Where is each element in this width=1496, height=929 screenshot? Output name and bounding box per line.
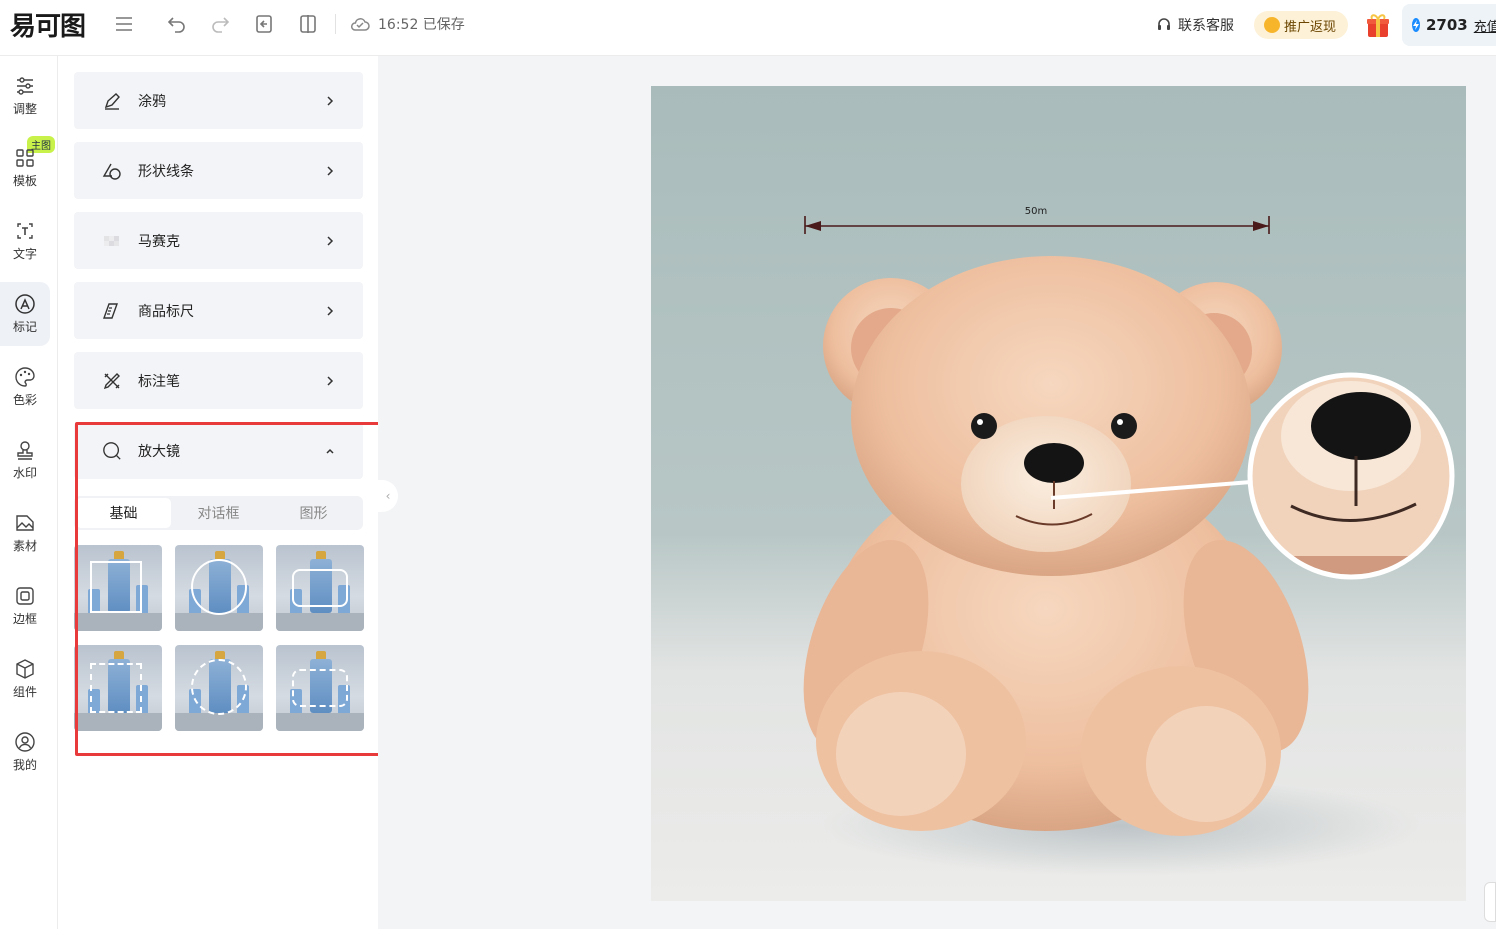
shapes-icon (102, 161, 122, 181)
ruler-icon (102, 301, 122, 321)
save-status: 16:52 已保存 (350, 13, 465, 35)
nav-label: 素材 (12, 539, 37, 553)
nav-label: 调整 (12, 102, 37, 116)
nav-item-watermark[interactable]: 水印 (0, 428, 50, 492)
nav-item-mark[interactable]: 标记 (0, 282, 50, 346)
text-icon (17, 223, 33, 239)
redo-icon[interactable] (208, 12, 232, 36)
tool-shapes[interactable]: 形状线条 (74, 142, 363, 199)
recharge-link[interactable]: 充值 (1474, 16, 1496, 35)
user-icon (15, 732, 35, 752)
undo-icon[interactable] (165, 12, 189, 36)
nav-label: 水印 (12, 466, 37, 480)
frame-icon (16, 587, 34, 605)
nav-label: 我的 (12, 758, 37, 772)
material-icon (16, 515, 34, 531)
grid-icon (16, 149, 34, 167)
nav-item-component[interactable]: 组件 (0, 647, 50, 711)
compare-icon[interactable] (296, 12, 320, 36)
nav-label: 色彩 (12, 393, 37, 407)
credit-icon (1412, 18, 1420, 32)
ruler-label: 50m (1025, 206, 1047, 217)
sliders-icon (17, 77, 33, 95)
chevron-right-icon (327, 306, 334, 316)
mosaic-icon (102, 231, 122, 251)
nav-item-template[interactable]: 模板 (0, 136, 50, 200)
nav-item-material[interactable]: 素材 (0, 501, 50, 565)
tool-label: 商品标尺 (138, 303, 194, 320)
tool-mosaic[interactable]: 马赛克 (74, 212, 363, 269)
nav-label: 模板 (12, 174, 37, 188)
promo-cashback-button[interactable]: 推广返现 (1253, 11, 1348, 39)
toolbar-divider (335, 14, 336, 34)
chevron-right-icon (327, 96, 334, 106)
nav-label: 边框 (12, 612, 37, 626)
cube-icon (16, 659, 34, 679)
import-icon[interactable] (252, 12, 276, 36)
top-toolbar: 易可图 16:52 已保存 联系客服 推广返现 2703 充值 (0, 0, 1496, 56)
brush-icon (102, 91, 122, 111)
nav-label: 文字 (12, 247, 37, 261)
canvas-image[interactable]: 50m (651, 86, 1466, 901)
contact-service-button[interactable]: 联系客服 (1156, 15, 1234, 35)
tool-product-ruler[interactable]: 商品标尺 (74, 282, 363, 339)
credits-count: 2703 (1426, 16, 1468, 34)
chevron-right-icon (327, 166, 334, 176)
app-logo[interactable]: 易可图 (10, 8, 88, 42)
mark-icon (15, 294, 35, 314)
pen-icon (102, 371, 122, 391)
canvas-scroll-handle[interactable] (1484, 882, 1496, 922)
credits-box: 2703 充值 (1402, 4, 1496, 46)
nav-item-mine[interactable]: 我的 (0, 720, 50, 784)
tool-doodle[interactable]: 涂鸦 (74, 72, 363, 129)
headset-icon (1157, 18, 1170, 30)
tool-annotation-pen[interactable]: 标注笔 (74, 352, 363, 409)
tool-label: 形状线条 (138, 163, 194, 180)
logo-text: 易可图 (10, 11, 86, 42)
mark-tools-panel: 涂鸦 形状线条 马赛克 商品标尺 标注笔 放大镜 基础 对话框 图形 (58, 56, 394, 929)
tool-label: 标注笔 (138, 373, 180, 390)
contact-label: 联系客服 (1177, 18, 1234, 34)
nav-item-color[interactable]: 色彩 (0, 355, 50, 419)
stamp-icon (17, 441, 33, 460)
chevron-right-icon (327, 236, 334, 246)
coin-icon (1263, 17, 1280, 33)
nav-label: 标记 (12, 320, 37, 334)
gift-icon[interactable] (1364, 11, 1392, 39)
promo-label: 推广返现 (1283, 19, 1336, 35)
nav-item-adjust[interactable]: 调整 (0, 64, 50, 128)
palette-icon (15, 367, 35, 387)
chevron-right-icon (327, 376, 334, 386)
topbar-right: 联系客服 推广返现 2703 充值 (1156, 4, 1496, 46)
nav-item-text[interactable]: 文字 (0, 209, 50, 273)
nav-label: 组件 (12, 685, 37, 699)
measure-ruler: 50m (804, 206, 1270, 234)
tool-label: 涂鸦 (138, 93, 166, 110)
selection-highlight (75, 422, 394, 756)
menu-icon[interactable] (112, 12, 136, 36)
left-nav: 调整 主图 模板 文字 标记 色彩 水印 素材 边框 组件 我的 (0, 56, 58, 929)
cloud-icon (350, 18, 370, 31)
teddy-bear-image: 50m (803, 206, 1455, 876)
nav-item-frame[interactable]: 边框 (0, 574, 50, 638)
tool-label: 马赛克 (138, 233, 180, 250)
save-time: 16:52 已保存 (378, 17, 465, 33)
